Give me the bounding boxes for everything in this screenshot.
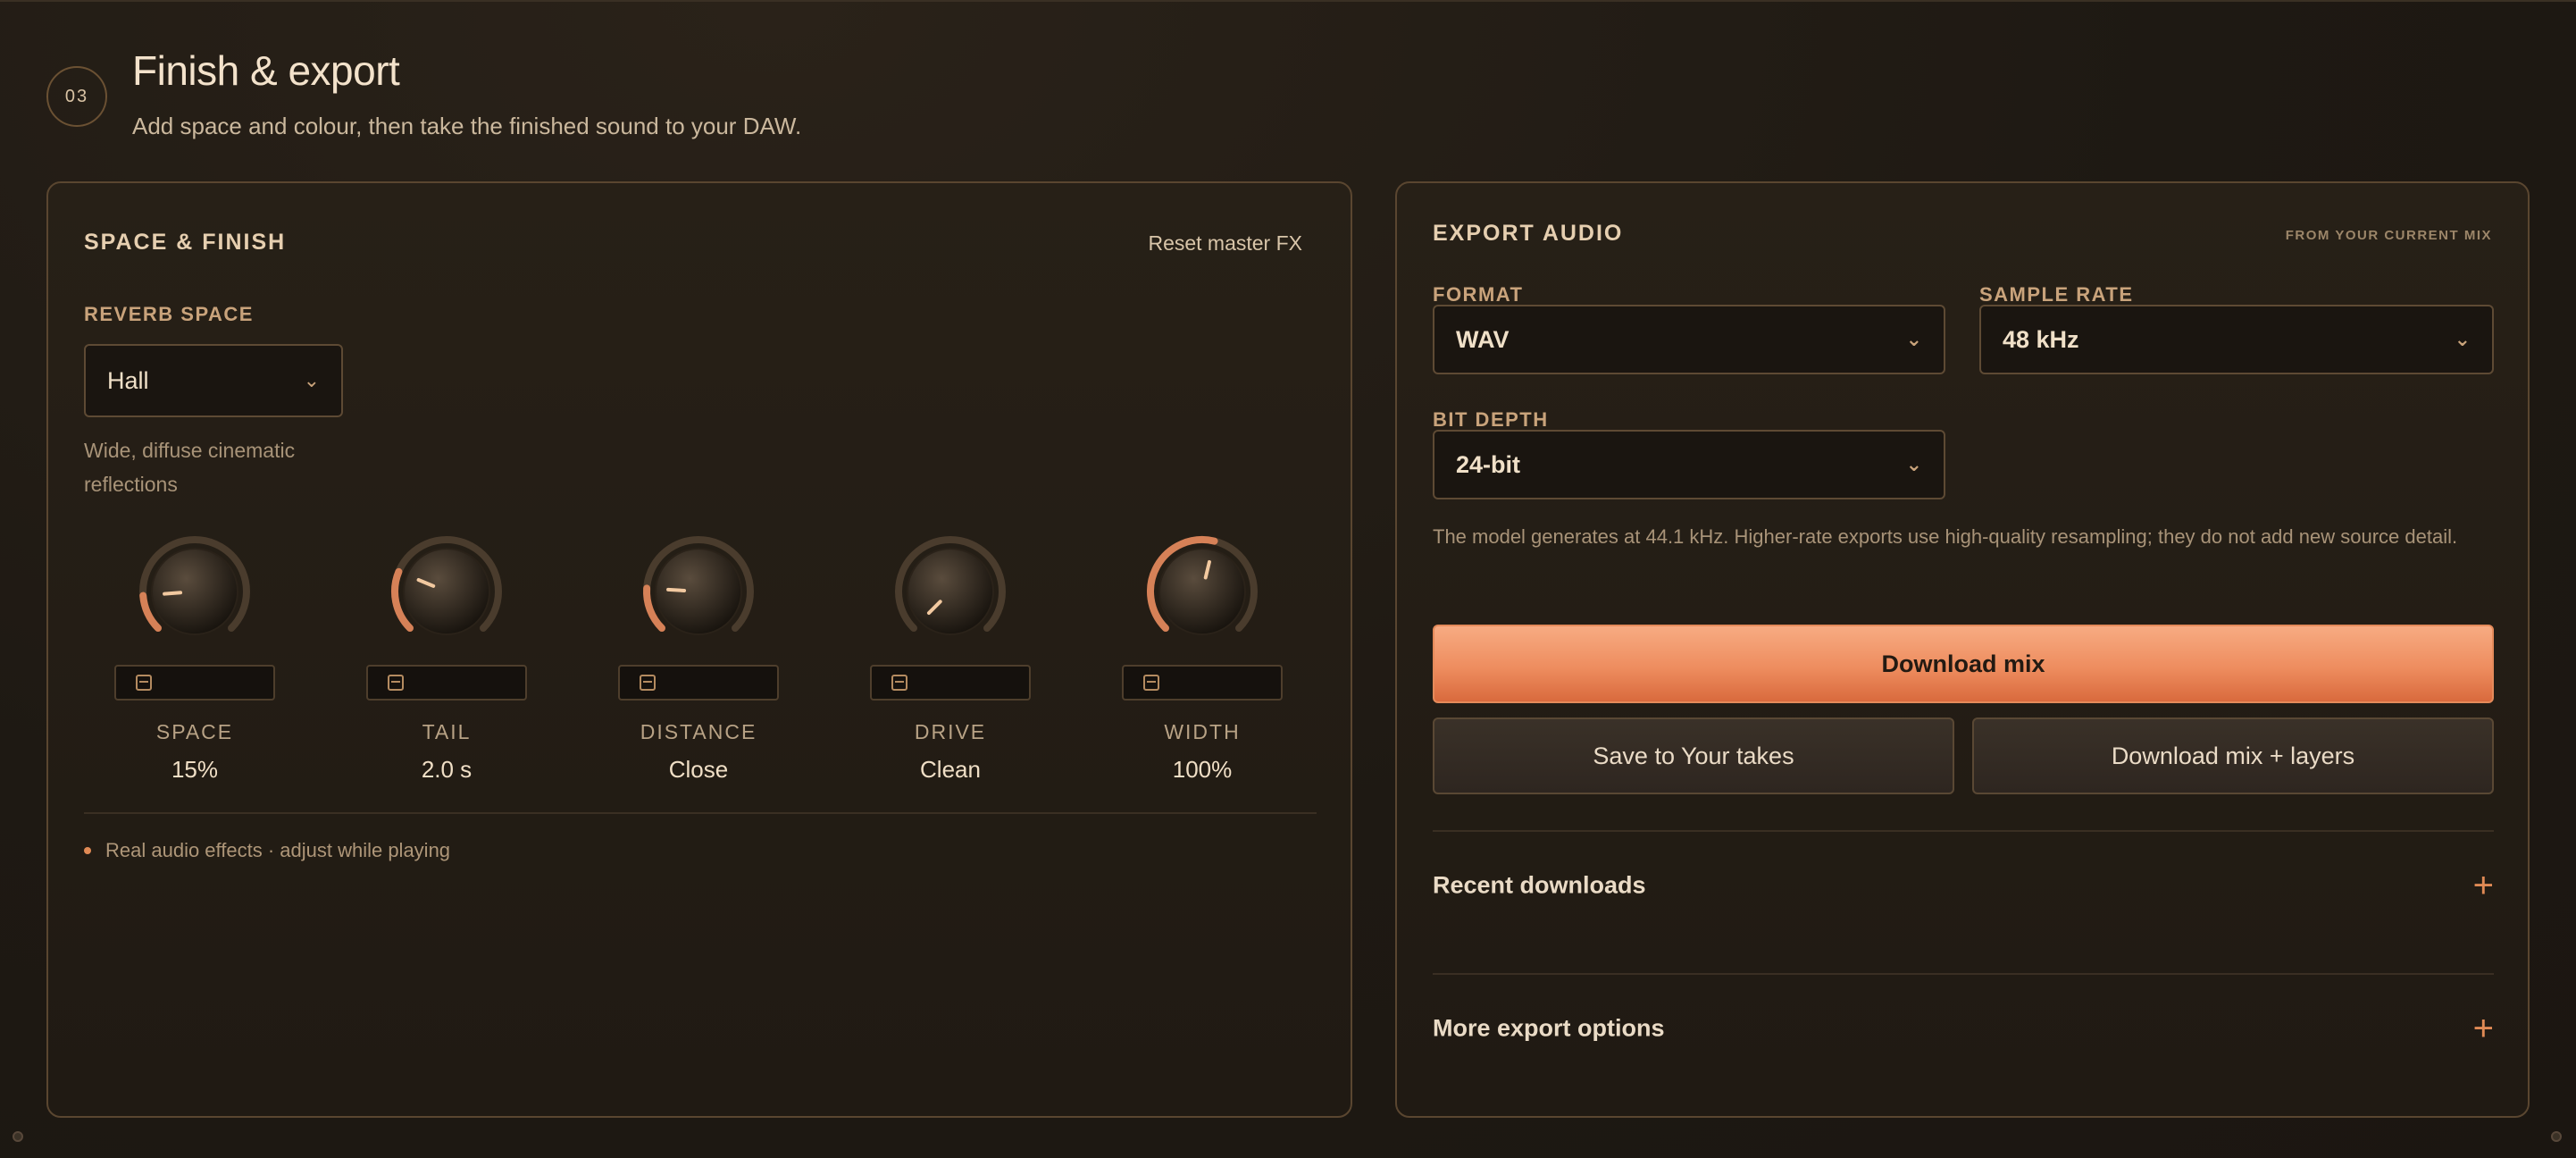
- chevron-down-icon: ⌄: [303, 369, 320, 391]
- tail-value-input[interactable]: [366, 665, 527, 701]
- knob-pointer: [666, 587, 687, 592]
- more-export-options-toggle[interactable]: More export options +: [1433, 993, 2494, 1064]
- corner-screw-icon: [2551, 1131, 2562, 1142]
- bit-depth-value: 24-bit: [1456, 450, 1521, 478]
- knob-drive: DRIVE Clean: [870, 534, 1031, 802]
- download-mix-layers-button[interactable]: Download mix + layers: [1972, 717, 2494, 794]
- knob-space: SPACE 15%: [114, 534, 275, 802]
- chevron-down-icon: ⌄: [2454, 328, 2471, 350]
- reverb-space-value: Hall: [107, 366, 149, 394]
- knob-width: WIDTH 100%: [1122, 534, 1283, 802]
- recent-downloads-toggle[interactable]: Recent downloads +: [1433, 850, 2494, 921]
- divider: [1433, 830, 2494, 832]
- recent-downloads-label: Recent downloads: [1433, 871, 1646, 899]
- input-icon: [388, 675, 404, 691]
- space-knob[interactable]: [138, 534, 252, 649]
- export-source-tag: FROM YOUR CURRENT MIX: [2285, 228, 2492, 243]
- knob-value: 2.0 s: [421, 756, 473, 783]
- sample-rate-select[interactable]: 48 kHz ⌄: [1979, 305, 2494, 374]
- chevron-down-icon: ⌄: [1905, 328, 1922, 350]
- knob-body: [907, 548, 994, 635]
- chevron-down-icon: ⌄: [1905, 453, 1922, 475]
- knob-value: 100%: [1172, 756, 1233, 783]
- page: 03 Finish & export Add space and colour,…: [0, 0, 2576, 1158]
- width-value-input[interactable]: [1122, 665, 1283, 701]
- knob-body: [655, 548, 742, 635]
- bit-depth-label: BIT DEPTH: [1433, 408, 1549, 431]
- knob-label: TAIL: [422, 720, 472, 743]
- knob-tail: TAIL 2.0 s: [366, 534, 527, 802]
- plus-icon: +: [2472, 866, 2494, 905]
- more-export-options-label: More export options: [1433, 1014, 1665, 1042]
- sample-rate-label: SAMPLE RATE: [1979, 283, 2134, 306]
- corner-screw-icon: [13, 1131, 23, 1142]
- reverb-space-label: REVERB SPACE: [84, 303, 254, 325]
- distance-value-input[interactable]: [618, 665, 779, 701]
- knob-pointer: [163, 591, 183, 596]
- knob-value: Close: [668, 756, 729, 783]
- knob-distance: DISTANCE Close: [618, 534, 779, 802]
- knob-label: SPACE: [155, 720, 234, 743]
- download-mix-button[interactable]: Download mix: [1433, 625, 2494, 703]
- step-badge: 03: [46, 66, 107, 127]
- space-finish-panel: SPACE & FINISH Reset master FX REVERB SP…: [46, 181, 1352, 1118]
- reverb-space-select[interactable]: Hall ⌄: [84, 344, 343, 417]
- input-icon: [891, 675, 907, 691]
- knob-body: [403, 548, 490, 635]
- distance-knob[interactable]: [641, 534, 756, 649]
- input-icon: [640, 675, 656, 691]
- export-audio-panel: EXPORT AUDIO FROM YOUR CURRENT MIX FORMA…: [1395, 181, 2530, 1118]
- drive-knob[interactable]: [893, 534, 1008, 649]
- reverb-description: Wide, diffuse cinematic reflections: [84, 439, 296, 496]
- knob-label: WIDTH: [1164, 720, 1241, 743]
- knob-value: Clean: [920, 756, 981, 783]
- reset-master-fx-button[interactable]: Reset master FX: [1148, 231, 1302, 256]
- export-audio-heading: EXPORT AUDIO: [1433, 221, 1624, 246]
- effects-note-text: Real audio effects · adjust while playin…: [105, 839, 451, 861]
- input-icon: [136, 675, 152, 691]
- status-dot-icon: [84, 847, 91, 854]
- page-subtitle: Add space and colour, then take the fini…: [132, 113, 802, 139]
- knob-value: 15%: [171, 756, 219, 783]
- divider: [84, 812, 1317, 814]
- drive-value-input[interactable]: [870, 665, 1031, 701]
- format-value: WAV: [1456, 325, 1510, 353]
- save-to-takes-button[interactable]: Save to Your takes: [1433, 717, 1954, 794]
- sample-rate-info: The model generates at 44.1 kHz. Higher-…: [1433, 525, 2458, 548]
- space-value-input[interactable]: [114, 665, 275, 701]
- tail-knob[interactable]: [389, 534, 504, 649]
- plus-icon: +: [2472, 1009, 2494, 1048]
- space-finish-heading: SPACE & FINISH: [84, 230, 287, 255]
- input-icon: [1143, 675, 1159, 691]
- width-knob[interactable]: [1145, 534, 1259, 649]
- sample-rate-value: 48 kHz: [2003, 325, 2079, 353]
- effects-note: Real audio effects · adjust while playin…: [84, 839, 450, 862]
- bit-depth-select[interactable]: 24-bit ⌄: [1433, 430, 1945, 499]
- knob-label: DRIVE: [914, 720, 987, 743]
- knob-body: [151, 548, 238, 635]
- knob-label: DISTANCE: [640, 720, 757, 743]
- page-title: Finish & export: [132, 47, 400, 94]
- format-label: FORMAT: [1433, 283, 1524, 306]
- divider: [1433, 973, 2494, 975]
- format-select[interactable]: WAV ⌄: [1433, 305, 1945, 374]
- knob-body: [1158, 548, 1246, 635]
